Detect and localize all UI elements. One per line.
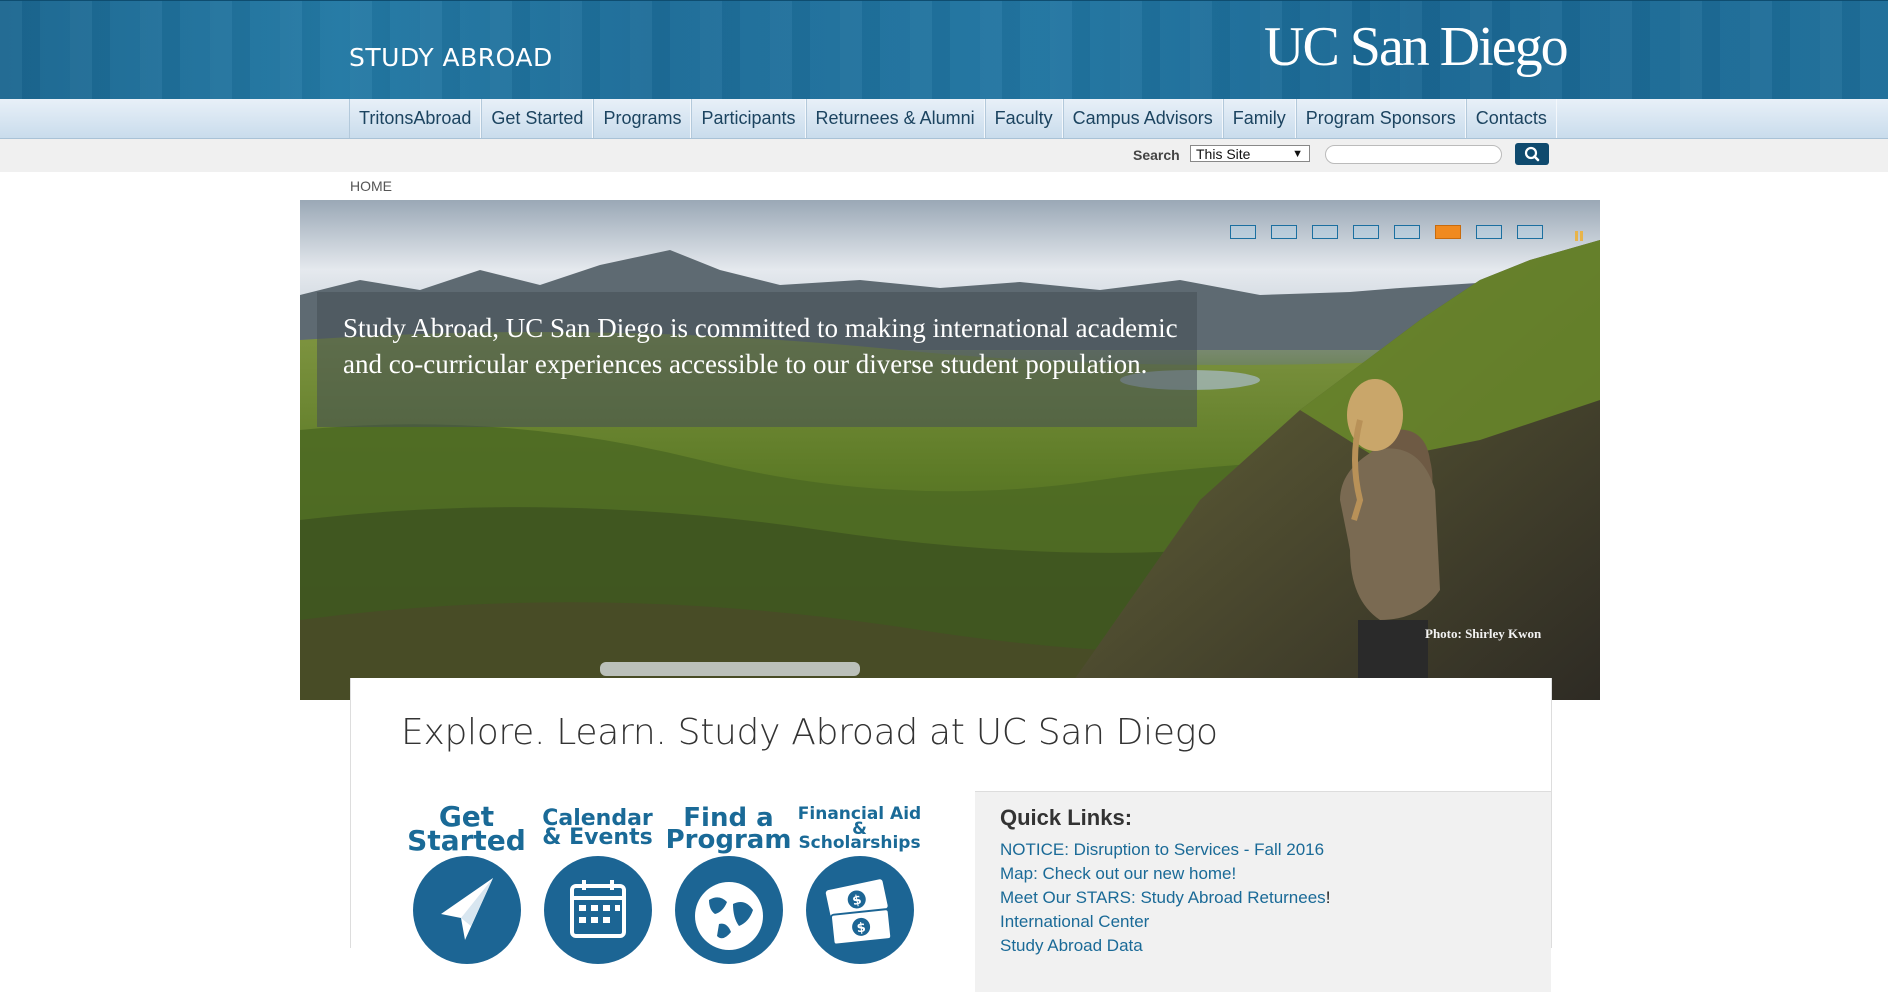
quick-link-label[interactable]: Study Abroad Data (1000, 936, 1143, 955)
tile-label: Get Started (401, 803, 532, 857)
slide-indicators (1230, 225, 1558, 239)
slide-indicator-7[interactable] (1476, 225, 1502, 239)
site-title[interactable]: STUDY ABROAD (349, 43, 553, 72)
search-scope-select[interactable]: This Site ▼ (1190, 145, 1310, 162)
tile-get-started[interactable]: Get Started (401, 803, 532, 964)
header-background (0, 1, 1888, 100)
nav-item-family[interactable]: Family (1222, 99, 1296, 138)
tile-financial-aid[interactable]: Financial Aid & Scholarships $ $ (794, 806, 925, 964)
search-icon (1524, 146, 1540, 162)
quick-link-item[interactable]: Map: Check out our new home! (1000, 862, 1330, 886)
search-button[interactable] (1515, 143, 1549, 165)
breadcrumb: HOME (350, 178, 392, 194)
nav-item-program-sponsors[interactable]: Program Sponsors (1295, 99, 1466, 138)
feature-tiles: Get Started Calendar & Events Find a Pro… (401, 803, 925, 964)
tile-label: Financial Aid & Scholarships (794, 806, 925, 852)
hero-slideshow: Study Abroad, UC San Diego is committed … (300, 200, 1600, 700)
globe-icon (674, 856, 783, 964)
quick-link-item[interactable]: International Center (1000, 910, 1330, 934)
main-nav: TritonsAbroad Get Started Programs Parti… (0, 99, 1888, 139)
quick-link-label[interactable]: Map: Check out our new home! (1000, 864, 1236, 883)
quick-links-panel: Quick Links: NOTICE: Disruption to Servi… (975, 791, 1551, 992)
search-bar: Search This Site ▼ (0, 139, 1888, 172)
pause-icon[interactable] (1575, 228, 1585, 241)
ucsd-logo[interactable]: UC San Diego (1264, 19, 1569, 75)
nav-item-programs[interactable]: Programs (593, 99, 692, 138)
slide-indicator-1[interactable] (1230, 225, 1256, 239)
nav-item-campus-advisors[interactable]: Campus Advisors (1062, 99, 1223, 138)
hero-caption: Study Abroad, UC San Diego is committed … (343, 313, 1178, 379)
slide-indicator-4[interactable] (1353, 225, 1379, 239)
nav-item-tritonsabroad[interactable]: TritonsAbroad (349, 99, 482, 138)
site-header: STUDY ABROAD UC San Diego (0, 0, 1888, 100)
main-content: Explore. Learn. Study Abroad at UC San D… (350, 678, 1552, 992)
tile-label-line2: Program (665, 825, 792, 855)
slide-indicator-5[interactable] (1394, 225, 1420, 239)
tile-calendar-events[interactable]: Calendar & Events (532, 806, 663, 964)
slide-indicator-2[interactable] (1271, 225, 1297, 239)
quick-link-label[interactable]: Meet Our STARS: Study Abroad Returnees (1000, 888, 1326, 907)
svg-text:$: $ (855, 920, 866, 936)
quick-links-title: Quick Links: (1000, 805, 1133, 830)
nav-item-participants[interactable]: Participants (691, 99, 806, 138)
breadcrumb-home[interactable]: HOME (350, 178, 392, 194)
tile-label: Find a Program (663, 805, 794, 855)
tile-label-line2: Started (407, 824, 526, 857)
search-input[interactable] (1325, 145, 1502, 164)
search-label: Search (1133, 147, 1180, 163)
tile-label-line2: & Scholarships (798, 818, 921, 854)
tile-find-a-program[interactable]: Find a Program (663, 805, 794, 964)
slide-indicator-6-active[interactable] (1435, 225, 1461, 239)
slide-indicator-3[interactable] (1312, 225, 1338, 239)
quick-link-label[interactable]: International Center (1000, 912, 1149, 931)
page-title: Explore. Learn. Study Abroad at UC San D… (401, 712, 1218, 753)
nav-item-contacts[interactable]: Contacts (1465, 99, 1557, 138)
hero-landscape-image (300, 200, 1600, 700)
quick-link-item[interactable]: Study Abroad Data (1000, 934, 1330, 958)
quick-link-label[interactable]: NOTICE: Disruption to Services - Fall 20… (1000, 840, 1324, 859)
quick-links-list: NOTICE: Disruption to Services - Fall 20… (1000, 838, 1330, 958)
money-icon: $ $ (805, 856, 914, 964)
dropdown-arrow-icon: ▼ (1292, 148, 1303, 160)
nav-item-returnees-alumni[interactable]: Returnees & Alumni (805, 99, 985, 138)
slide-indicator-8[interactable] (1517, 225, 1543, 239)
nav-item-faculty[interactable]: Faculty (984, 99, 1063, 138)
tile-label-line2: & Events (542, 825, 653, 850)
search-scope-value: This Site (1196, 146, 1251, 162)
paper-plane-icon (412, 856, 521, 964)
quick-link-item[interactable]: NOTICE: Disruption to Services - Fall 20… (1000, 838, 1330, 862)
photo-credit: Photo: Shirley Kwon (1425, 626, 1542, 641)
quick-link-item[interactable]: Meet Our STARS: Study Abroad Returnees! (1000, 886, 1330, 910)
nav-item-get-started[interactable]: Get Started (481, 99, 594, 138)
tile-label: Calendar & Events (532, 806, 663, 852)
calendar-icon (543, 856, 652, 964)
quick-link-suffix: ! (1325, 888, 1331, 907)
